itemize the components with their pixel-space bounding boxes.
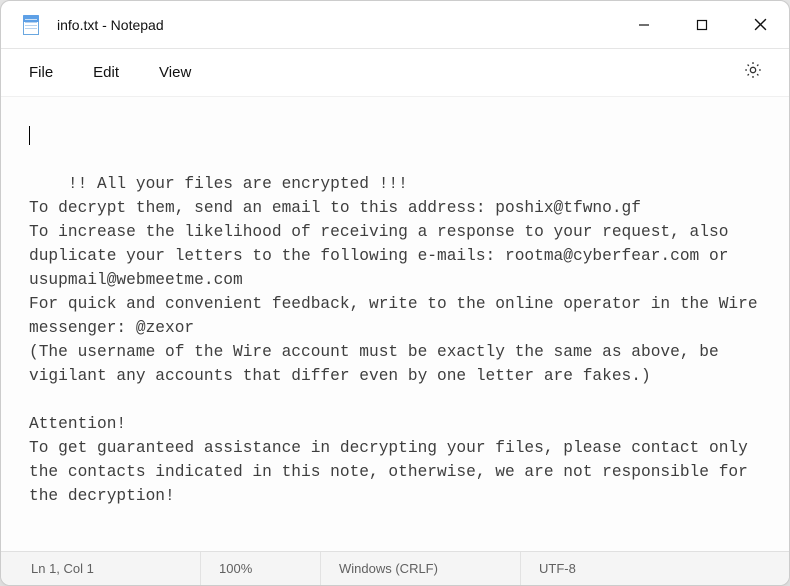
close-icon	[754, 18, 767, 31]
text-caret	[29, 126, 30, 145]
maximize-icon	[696, 19, 708, 31]
menu-view[interactable]: View	[139, 56, 211, 89]
close-button[interactable]	[731, 1, 789, 48]
status-bar: Ln 1, Col 1 100% Windows (CRLF) UTF-8	[1, 551, 789, 585]
settings-button[interactable]	[725, 52, 781, 93]
minimize-icon	[638, 19, 650, 31]
window-title: info.txt - Notepad	[57, 17, 615, 33]
title-bar[interactable]: info.txt - Notepad	[1, 1, 789, 49]
status-zoom[interactable]: 100%	[201, 552, 321, 585]
status-line-ending[interactable]: Windows (CRLF)	[321, 552, 521, 585]
document-text: !! All your files are encrypted !!! To d…	[29, 175, 767, 505]
notepad-icon	[23, 15, 39, 35]
status-encoding[interactable]: UTF-8	[521, 552, 691, 585]
window-controls	[615, 1, 789, 48]
menu-edit[interactable]: Edit	[73, 56, 139, 89]
menu-file[interactable]: File	[9, 56, 73, 89]
notepad-window: info.txt - Notepad File Edit View !! Al	[0, 0, 790, 586]
text-editor-area[interactable]: !! All your files are encrypted !!! To d…	[1, 97, 789, 551]
menu-bar: File Edit View	[1, 49, 789, 97]
minimize-button[interactable]	[615, 1, 673, 48]
status-position[interactable]: Ln 1, Col 1	[1, 552, 201, 585]
maximize-button[interactable]	[673, 1, 731, 48]
gear-icon	[743, 60, 763, 80]
